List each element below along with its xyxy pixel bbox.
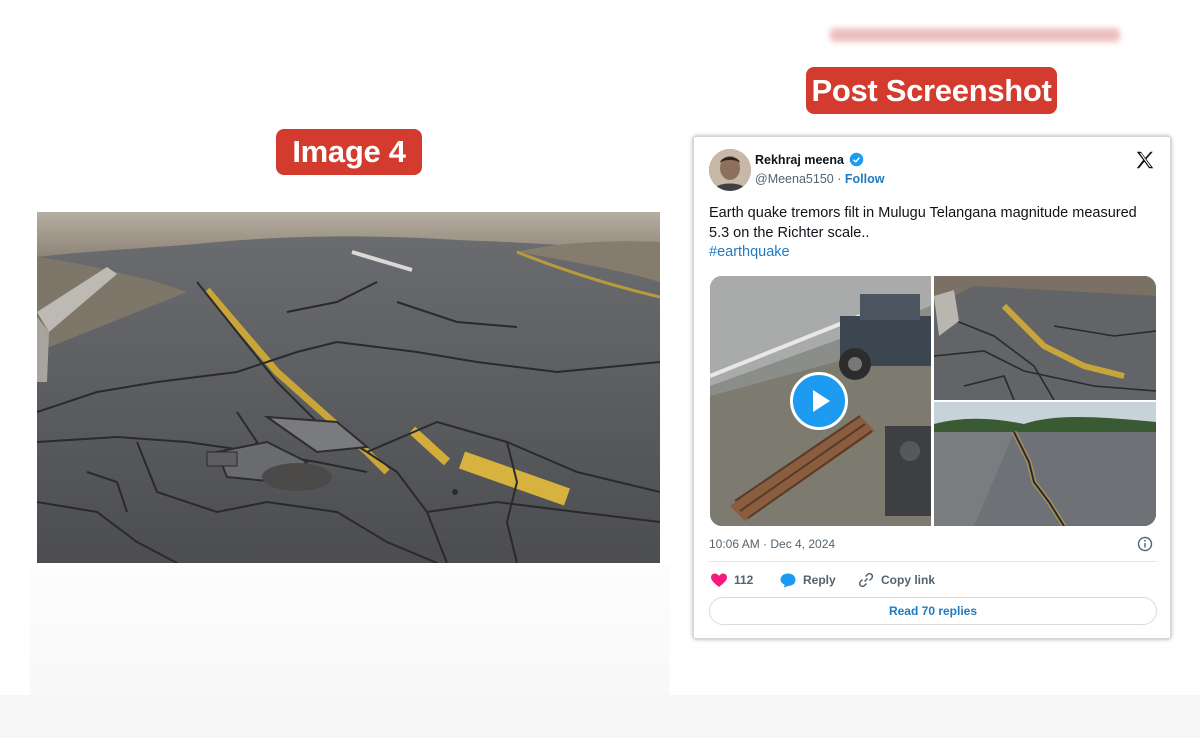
cracked-road-photo [37,212,660,563]
reply-label: Reply [803,573,836,587]
blurred-header-strip [830,28,1120,42]
info-icon[interactable] [1137,536,1153,552]
tweet-media-grid [710,276,1156,526]
post-screenshot-label: Post Screenshot [806,67,1057,114]
read-replies-button[interactable]: Read 70 replies [709,597,1157,625]
handle-separator: · [837,172,842,186]
follow-button[interactable]: Follow [845,172,885,186]
like-button[interactable]: 112 [711,571,753,589]
heart-icon [711,573,727,587]
x-logo-icon[interactable] [1134,149,1156,171]
tweet-card: Rekhraj meena @Meena5150 · Follow Earth … [693,136,1171,639]
avatar[interactable] [709,149,751,191]
author-name[interactable]: Rekhraj meena [755,153,844,167]
link-icon [858,572,874,588]
video-thumbnail[interactable] [710,276,931,526]
reply-button[interactable]: Reply [780,571,836,589]
tweet-text: Earth quake tremors filt in Mulugu Telan… [709,205,1137,241]
media-image-bottom-right[interactable] [934,402,1156,526]
reply-bubble-icon [780,573,796,587]
handle-line: @Meena5150 · Follow [755,172,884,186]
play-button[interactable] [790,372,848,430]
media-image-top-right[interactable] [934,276,1156,400]
like-count: 112 [734,573,754,587]
image-4-label: Image 4 [276,129,422,175]
hashtag-link[interactable]: #earthquake [709,244,790,260]
handle[interactable]: @Meena5150 [755,172,834,186]
background-fade [30,565,670,695]
play-icon [813,390,830,412]
tweet-timestamp[interactable]: 10:06 AM · Dec 4, 2024 [709,537,835,551]
verified-badge-icon [849,152,864,167]
bottom-band [0,695,1200,738]
copy-link-button[interactable]: Copy link [858,571,935,589]
divider [709,561,1157,562]
copy-link-label: Copy link [881,573,936,587]
